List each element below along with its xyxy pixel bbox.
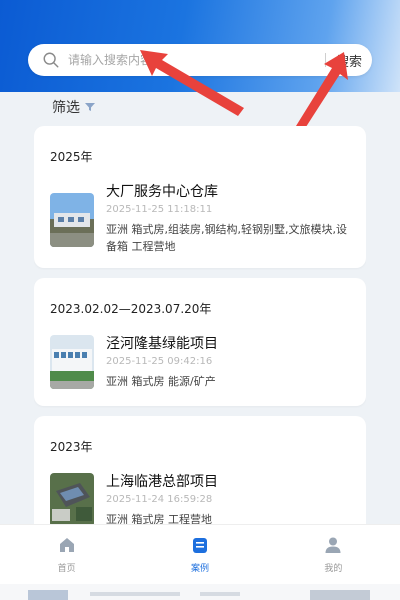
case-thumbnail <box>50 193 94 247</box>
nav-item-mine[interactable]: 我的 <box>267 525 400 584</box>
case-period: 2023年 <box>50 440 93 454</box>
search-bar[interactable]: 搜索 <box>28 44 372 76</box>
filter-icon <box>85 103 95 111</box>
nav-label: 案例 <box>190 564 209 574</box>
nav-item-case[interactable]: 案例 <box>133 525 266 584</box>
search-divider <box>324 53 326 67</box>
case-title: 泾河隆基绿能项目 <box>106 336 218 352</box>
case-tags: 亚洲 箱式房 工程营地 <box>106 513 212 524</box>
case-thumbnail <box>50 335 94 389</box>
home-icon <box>59 538 74 552</box>
nav-label: 首页 <box>57 564 76 574</box>
case-tags: 亚洲 箱式房,组装房,钢结构,轻钢别墅,文旅模块,设备箱 工程营地 <box>106 223 347 253</box>
filter-label: 筛选 <box>52 100 80 116</box>
case-date: 2025-11-24 16:59:28 <box>106 494 213 505</box>
case-list: 2025年 大厂服务中心仓库 2025-11-25 11:18:11 亚洲 箱式… <box>34 126 366 524</box>
page-bottom-edge <box>0 584 400 600</box>
nav-item-home[interactable]: 首页 <box>0 525 133 584</box>
case-date: 2025-11-25 09:42:16 <box>106 356 213 367</box>
nav-label: 我的 <box>324 564 343 574</box>
case-icon <box>192 538 207 553</box>
case-title: 上海临港总部项目 <box>106 474 218 490</box>
case-card[interactable]: 2025年 大厂服务中心仓库 2025-11-25 11:18:11 亚洲 箱式… <box>34 126 366 268</box>
case-date: 2025-11-25 11:18:11 <box>106 204 213 215</box>
case-card[interactable]: 2023.02.02—2023.07.20年 泾河隆基绿能项目 2025-11-… <box>34 278 366 406</box>
case-title: 大厂服务中心仓库 <box>106 184 218 200</box>
search-button[interactable]: 搜索 <box>336 51 362 70</box>
case-thumbnail <box>50 473 94 524</box>
case-card[interactable]: 2023年 上海临港总部项目 2025-11-24 16:59:28 亚洲 箱式… <box>34 416 366 524</box>
user-icon <box>325 537 341 553</box>
search-input[interactable] <box>68 53 315 67</box>
case-period: 2023.02.02—2023.07.20年 <box>50 302 212 316</box>
bottom-nav: 首页 案例 我的 <box>0 524 400 584</box>
search-icon <box>43 52 59 68</box>
case-period: 2025年 <box>50 150 93 164</box>
case-tags: 亚洲 箱式房 能源/矿产 <box>106 375 216 388</box>
filter-toggle[interactable]: 筛选 <box>52 96 96 118</box>
